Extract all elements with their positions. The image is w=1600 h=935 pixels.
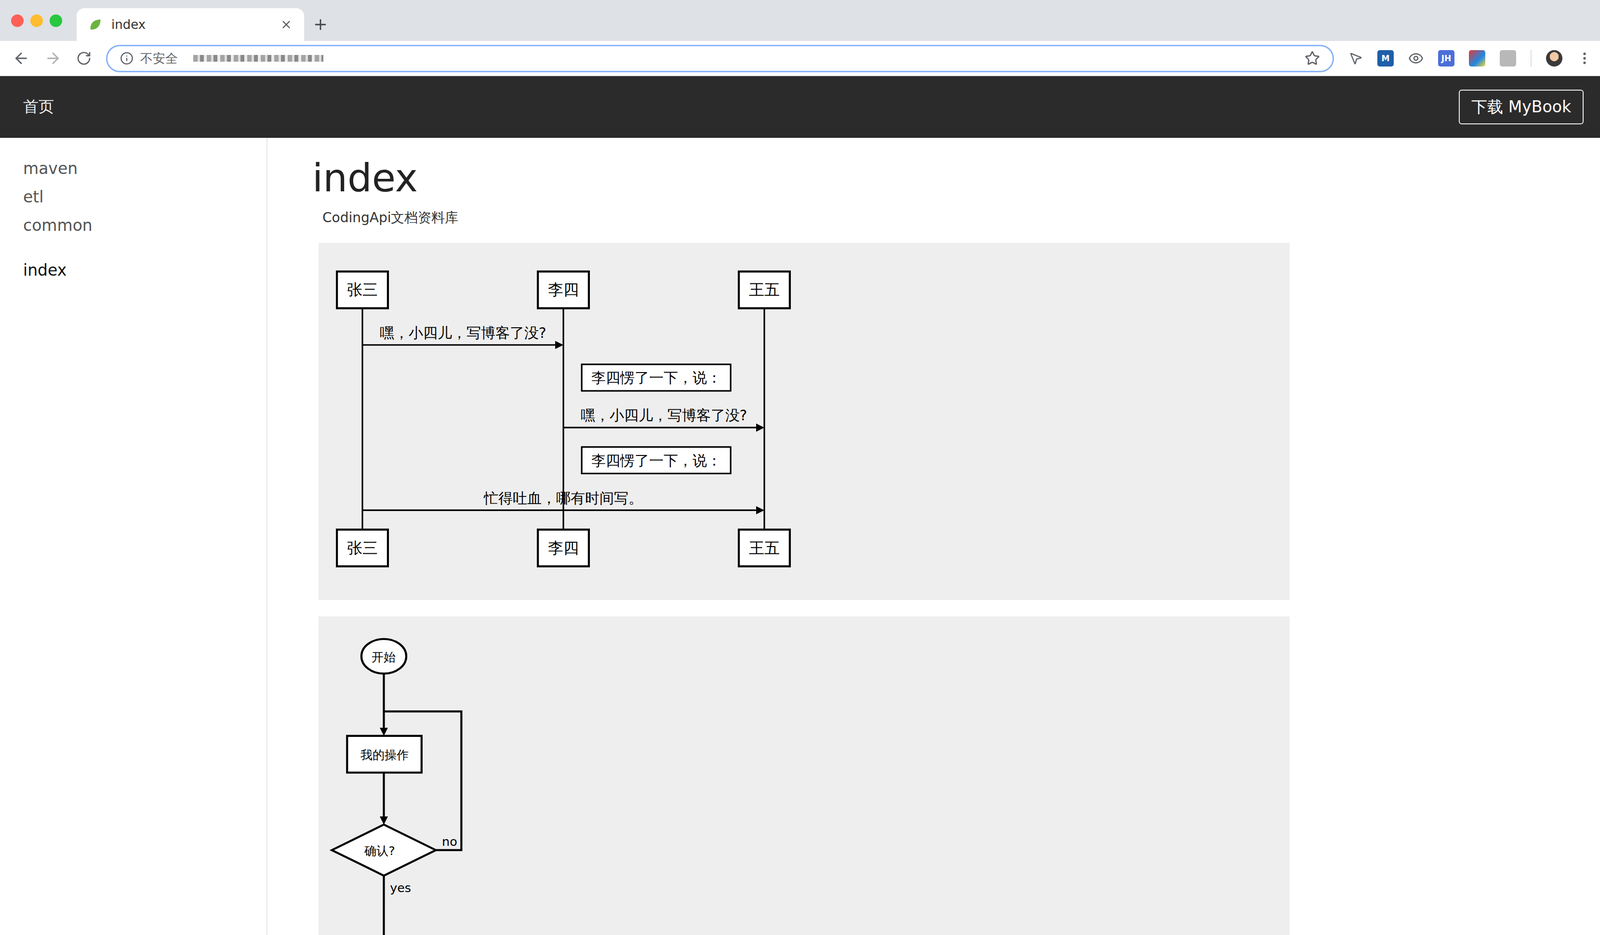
page-subtitle: CodingApi文档资料库 bbox=[322, 208, 1600, 227]
sequence-note: 李四愣了一下，说： bbox=[581, 446, 731, 474]
page-title: index bbox=[312, 157, 1600, 200]
note-label: 李四愣了一下，说： bbox=[591, 369, 722, 387]
svg-text:李四: 李四 bbox=[547, 280, 579, 299]
minimize-light[interactable] bbox=[30, 14, 43, 27]
sequence-message: 嘿，小四儿，写博客了没? bbox=[563, 406, 757, 428]
extension[interactable] bbox=[1468, 50, 1486, 67]
sequence-panel: 嘿，小四儿，写博客了没? 李四愣了一下，说： 嘿，小四儿，写博客了没? 李四愣了一下，… bbox=[318, 242, 1290, 600]
operation-node: 我的操作 bbox=[346, 735, 422, 773]
menu-button[interactable] bbox=[1576, 50, 1593, 67]
reload-icon bbox=[76, 50, 92, 67]
extension[interactable]: M bbox=[1377, 50, 1394, 67]
sidebar-item[interactable]: etl bbox=[0, 182, 267, 212]
actor: 王五王五 bbox=[738, 271, 790, 567]
start-node: 开始 bbox=[361, 639, 407, 674]
url-blur bbox=[193, 54, 324, 62]
new-tab-button[interactable] bbox=[304, 8, 337, 41]
no-label: no bbox=[441, 834, 458, 849]
sidebar: mavenetlcommon index bbox=[0, 137, 268, 935]
reload-button[interactable] bbox=[76, 50, 92, 67]
back-arrow-icon bbox=[12, 49, 30, 67]
address-row: 不安全 M JH bbox=[0, 40, 1600, 77]
svg-text:张三: 张三 bbox=[346, 280, 378, 299]
extension[interactable]: JH bbox=[1438, 50, 1455, 67]
window-controls bbox=[0, 14, 77, 27]
profile-avatar[interactable] bbox=[1546, 50, 1563, 67]
svg-text:确认?: 确认? bbox=[363, 843, 395, 858]
extension[interactable] bbox=[1408, 50, 1424, 67]
flowchart: 开始我的操作确认? no yes bbox=[318, 616, 1290, 935]
sequence-note: 李四愣了一下，说： bbox=[581, 364, 731, 391]
forward-arrow-icon bbox=[44, 49, 62, 67]
note-label: 李四愣了一下，说： bbox=[591, 452, 722, 469]
sidebar-item[interactable]: common bbox=[0, 211, 267, 240]
close-light[interactable] bbox=[11, 14, 24, 27]
flowchart-panel: 开始我的操作确认? no yes bbox=[318, 616, 1290, 935]
sidebar-item[interactable]: index bbox=[0, 255, 267, 285]
star-icon[interactable] bbox=[1304, 50, 1320, 67]
sequence-message: 忙得吐血，哪有时间写。 bbox=[362, 489, 757, 511]
svg-text:王五: 王五 bbox=[748, 280, 780, 299]
info-icon bbox=[120, 51, 134, 66]
close-tab-icon[interactable] bbox=[280, 18, 293, 31]
lifeline bbox=[361, 308, 363, 530]
content: index CodingApi文档资料库嘿，小四儿，写博客了没? 李四愣了一下，说：… bbox=[267, 137, 1600, 935]
extension[interactable] bbox=[1499, 50, 1517, 67]
zoom-light[interactable] bbox=[49, 14, 63, 27]
sequence-message: 嘿，小四儿，写博客了没? bbox=[362, 324, 556, 346]
download-button[interactable]: 下载 MyBook bbox=[1458, 89, 1584, 125]
message-label: 嘿，小四儿，写博客了没? bbox=[580, 406, 748, 424]
condition-node: 确认? bbox=[332, 824, 437, 876]
message-label: 忙得吐血，哪有时间写。 bbox=[483, 489, 643, 507]
sequence-diagram: 嘿，小四儿，写博客了没? 李四愣了一下，说： 嘿，小四儿，写博客了没? 李四愣了一下，… bbox=[318, 242, 1290, 600]
back-button[interactable] bbox=[12, 49, 30, 67]
svg-text:我的操作: 我的操作 bbox=[360, 747, 409, 763]
extension[interactable] bbox=[1348, 51, 1363, 66]
sidebar-group: mavenetlcommon bbox=[0, 154, 267, 240]
tab-strip: index bbox=[0, 0, 1600, 41]
extensions: M JH bbox=[1348, 49, 1593, 67]
home-link[interactable]: 首页 bbox=[23, 96, 54, 118]
menu-icon bbox=[1576, 50, 1593, 67]
sidebar-item[interactable]: maven bbox=[0, 154, 267, 183]
page-body: mavenetlcommon index index CodingApi文档资料库嘿，… bbox=[0, 137, 1600, 935]
actor: 李四李四 bbox=[537, 271, 589, 567]
leaf-icon bbox=[88, 17, 103, 32]
lifeline bbox=[763, 308, 765, 530]
forward-button[interactable] bbox=[44, 49, 62, 67]
browser-tab[interactable]: index bbox=[76, 8, 305, 41]
flow-edges bbox=[383, 673, 462, 935]
address-field[interactable]: 不安全 bbox=[106, 44, 1334, 73]
yes-label: yes bbox=[389, 880, 412, 895]
security-label: 不安全 bbox=[140, 50, 178, 67]
svg-text:王五: 王五 bbox=[748, 539, 780, 557]
tab-title: index bbox=[111, 17, 272, 32]
separator bbox=[1530, 49, 1532, 67]
navbar: 首页 下载 MyBook bbox=[0, 76, 1600, 138]
sidebar-group: index bbox=[0, 255, 267, 285]
cursor-icon bbox=[1348, 51, 1363, 66]
message-label: 嘿，小四儿，写博客了没? bbox=[379, 324, 547, 342]
svg-text:开始: 开始 bbox=[371, 649, 396, 665]
plus-icon bbox=[312, 16, 329, 33]
browser-window: index不安全MJH首页下载 MyBookmavenetlcommoninde… bbox=[0, 0, 1600, 935]
actor: 张三张三 bbox=[336, 271, 388, 567]
eye-icon bbox=[1408, 50, 1424, 67]
svg-text:张三: 张三 bbox=[346, 539, 378, 557]
svg-text:李四: 李四 bbox=[547, 539, 579, 557]
